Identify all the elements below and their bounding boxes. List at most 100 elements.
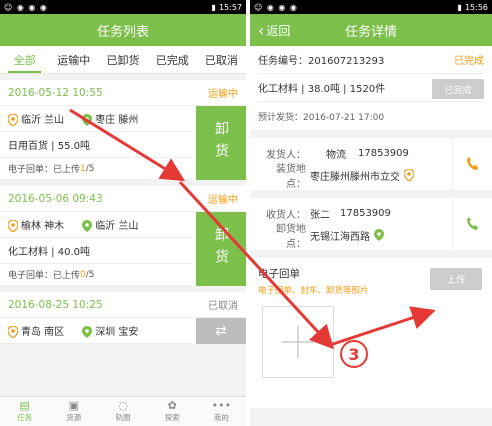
status-time: 15:57 (218, 2, 242, 12)
e-receipt-section: 电子回单 电子回单、封车、卸货等照片 上传 (250, 258, 492, 408)
cargo-info: 化工材料 | 38.0吨 | 1520件 (258, 84, 386, 95)
status-time: 15:56 (464, 2, 488, 12)
unload-button-label: 卸货 (213, 227, 229, 271)
location-pin-icon (404, 169, 414, 181)
status-badge: 运输中 (208, 89, 238, 100)
load-place-label: 装货地点： (276, 164, 306, 190)
receipt-label: 电子回单：已上传 (8, 271, 81, 281)
call-shipper-button[interactable] (452, 138, 492, 190)
tab-cancelled[interactable]: 已取消 (197, 46, 246, 73)
receiver-section: 收货人： 张二 17853909 卸货地点： 无锡江海西路 (250, 198, 492, 250)
destination-city: 临沂 兰山 (95, 221, 139, 232)
nav-circle[interactable]: ◌ 轨圈 (98, 397, 147, 426)
origin-pin-icon (8, 326, 18, 338)
task-date: 2016-08-25 10:25 (8, 298, 103, 311)
add-photo-button[interactable] (262, 306, 334, 378)
filter-tabs: 全部 运输中 已卸货 已完成 已取消 (0, 46, 246, 74)
nav-mine[interactable]: ••• 我的 (197, 397, 246, 426)
load-place: 枣庄滕州滕州市立交 (310, 171, 400, 183)
shipper-label: 发货人： (266, 149, 306, 161)
origin-pin-icon (8, 114, 18, 126)
receiver-phone: 17853909 (340, 207, 391, 219)
page-title: 任务列表 (96, 24, 149, 40)
reassign-button[interactable]: ⇄ (196, 318, 246, 344)
receipt-label: 电子回单：已上传 (8, 165, 81, 175)
origin-city: 临沂 兰山 (21, 115, 65, 126)
unload-button[interactable]: 卸货 (196, 106, 246, 180)
origin-pin-icon (8, 220, 18, 232)
task-info: 任务编号：201607213293 已完成 化工材料 | 38.0吨 | 1520… (250, 46, 492, 130)
paw-icon: ✿ (167, 399, 177, 412)
status-bar: ☺ ◉ ◉ ◉ ▮ 15:56 (250, 0, 492, 14)
cargo-info: 日用百货 | 55.0吨 (8, 141, 90, 152)
task-card[interactable]: 2016-05-06 09:43 运输中 榆林 神木 临沂 兰山 化工材料 | … (0, 186, 246, 286)
receiver-name: 张二 (310, 209, 330, 221)
bottom-nav: ▤ 任务 ▣ 货源 ◌ 轨圈 ✿ 探索 ••• 我的 (0, 396, 246, 426)
tab-in-transit[interactable]: 运输中 (49, 46, 98, 73)
task-list-screen: ☺ ◉ ◉ ◉ ▮ 15:57 任务列表 全部 运输中 已卸货 已完成 已取消 2… (0, 0, 246, 426)
unload-button[interactable]: 卸货 (196, 212, 246, 286)
chevron-left-icon: ‹ (258, 20, 265, 40)
task-status: 已完成 (454, 56, 484, 67)
location-pin-icon (374, 229, 384, 241)
task-date: 2016-05-12 10:55 (8, 86, 103, 99)
destination-city: 深圳 宝安 (95, 327, 139, 338)
status-badge: 已取消 (208, 301, 238, 312)
completed-button[interactable]: 已完成 (432, 79, 484, 99)
tab-unloaded[interactable]: 已卸货 (98, 46, 147, 73)
chat-icon: ◌ (118, 399, 128, 412)
task-date: 2016-05-06 09:43 (8, 192, 103, 205)
planned-delivery: 预计发货：2016-07-21 17:00 (258, 112, 385, 123)
task-detail-screen: ☺ ◉ ◉ ◉ ▮ 15:56 ‹ 返回 任务详情 任务编号：20160721329… (250, 0, 492, 426)
box-icon: ▣ (68, 399, 79, 412)
destination-city: 枣庄 滕州 (95, 115, 139, 126)
status-bar: ☺ ◉ ◉ ◉ ▮ 15:57 (0, 0, 246, 14)
back-button[interactable]: ‹ 返回 (258, 14, 290, 46)
origin-city: 青岛 南区 (21, 327, 65, 338)
nav-tasks[interactable]: ▤ 任务 (0, 397, 49, 426)
nav-label: 轨圈 (115, 413, 131, 422)
upload-button[interactable]: 上传 (430, 268, 482, 290)
status-badge: 运输中 (208, 195, 238, 206)
reassign-icon: ⇄ (215, 323, 227, 339)
step-number-badge: 3 (340, 340, 368, 368)
nav-explore[interactable]: ✿ 探索 (148, 397, 197, 426)
tab-completed[interactable]: 已完成 (148, 46, 197, 73)
nav-goods[interactable]: ▣ 货源 (49, 397, 98, 426)
plus-icon (282, 326, 314, 358)
nav-label: 任务 (17, 413, 33, 422)
task-number: 任务编号：201607213293 (258, 56, 385, 67)
destination-pin-icon (82, 114, 93, 126)
call-receiver-button[interactable] (452, 198, 492, 250)
status-icons: ☺ ◉ ◉ ◉ (4, 2, 48, 12)
tab-all[interactable]: 全部 (0, 46, 49, 73)
shipper-section: 发货人： 物流 17853909 装货地点： 枣庄滕州滕州市立交 (250, 138, 492, 190)
unload-button-label: 卸货 (213, 121, 229, 165)
status-icons: ☺ ◉ ◉ ◉ (254, 2, 298, 12)
nav-label: 我的 (213, 413, 229, 422)
page-title: 任务详情 (344, 24, 397, 40)
task-card[interactable]: 2016-05-12 10:55 运输中 临沂 兰山 枣庄 滕州 日用百货 | … (0, 80, 246, 180)
unload-place: 无锡江海西路 (310, 231, 370, 243)
nav-label: 货源 (66, 413, 82, 422)
total-count: /5 (85, 163, 95, 174)
nav-label: 探索 (164, 413, 180, 422)
phone-icon (466, 217, 478, 230)
phone-icon (466, 157, 478, 170)
unload-place-label: 卸货地点： (276, 224, 306, 250)
back-label: 返回 (266, 23, 291, 38)
battery-icon: ▮ (457, 2, 462, 12)
title-bar: ‹ 返回 任务详情 (250, 14, 492, 46)
title-bar: 任务列表 (0, 14, 246, 46)
shipper-phone: 17853909 (358, 147, 409, 159)
destination-pin-icon (82, 220, 93, 232)
receiver-label: 收货人： (266, 209, 306, 221)
shipper-name: 物流 (326, 149, 346, 161)
task-icon: ▤ (19, 399, 30, 412)
cargo-info: 化工材料 | 40.0吨 (8, 247, 90, 258)
battery-icon: ▮ (211, 2, 216, 12)
task-card[interactable]: 2016-08-25 10:25 已取消 青岛 南区 深圳 宝安 ⇄ (0, 292, 246, 344)
more-icon: ••• (211, 399, 232, 412)
origin-city: 榆林 神木 (21, 221, 65, 232)
destination-pin-icon (82, 326, 93, 338)
